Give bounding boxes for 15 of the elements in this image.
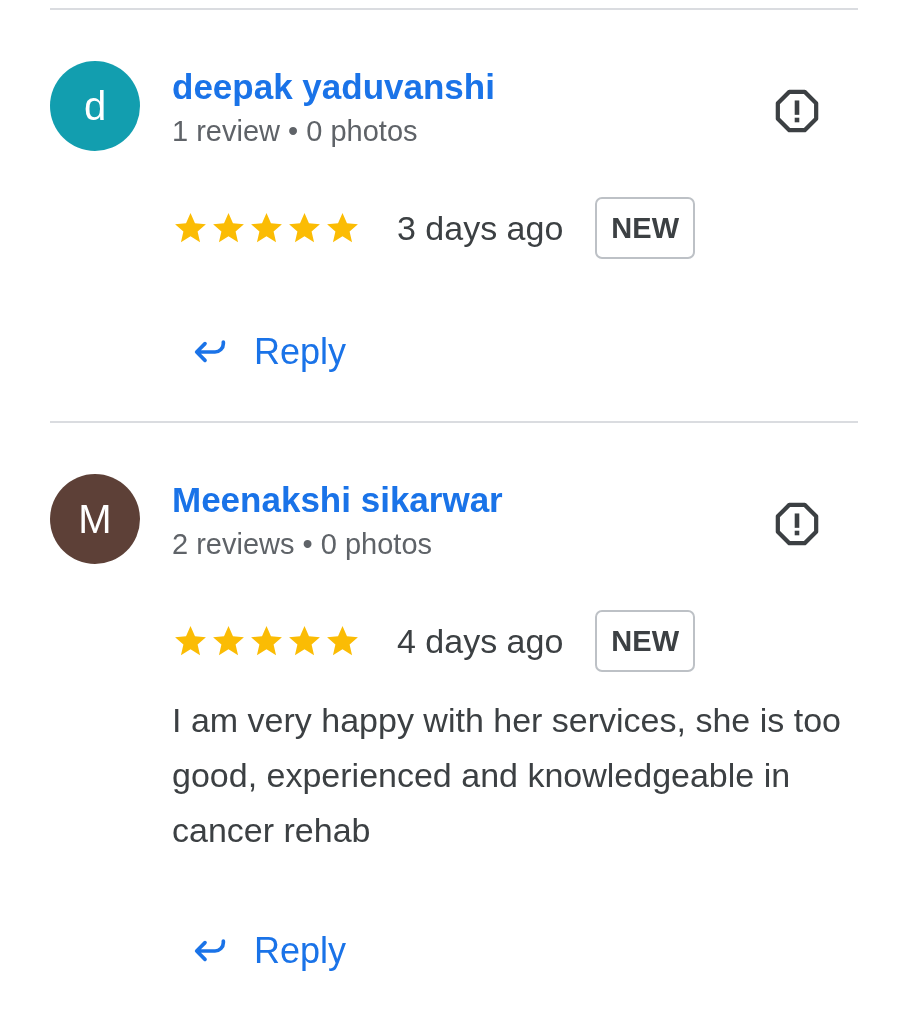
review-time: 3 days ago	[397, 208, 564, 248]
report-icon[interactable]	[774, 501, 820, 547]
avatar[interactable]: d	[50, 61, 140, 151]
review-count: 1 review • 0 photos	[172, 114, 418, 149]
avatar[interactable]: M	[50, 474, 140, 564]
new-badge: NEW	[595, 610, 696, 672]
review-count: 2 reviews • 0 photos	[172, 527, 432, 562]
reviewer-name[interactable]: Meenakshi sikarwar	[172, 476, 503, 524]
review-time: 4 days ago	[397, 621, 564, 661]
reply-button[interactable]: Reply	[190, 930, 347, 972]
new-badge: NEW	[595, 197, 696, 259]
review-text: I am very happy with her services, she is too good, experienced and knowledgeable in cancer rehab	[172, 700, 842, 851]
report-icon[interactable]	[774, 88, 820, 134]
reviewer-name[interactable]: deepak yaduvanshi	[172, 63, 495, 111]
reply-button[interactable]: Reply	[190, 331, 347, 373]
